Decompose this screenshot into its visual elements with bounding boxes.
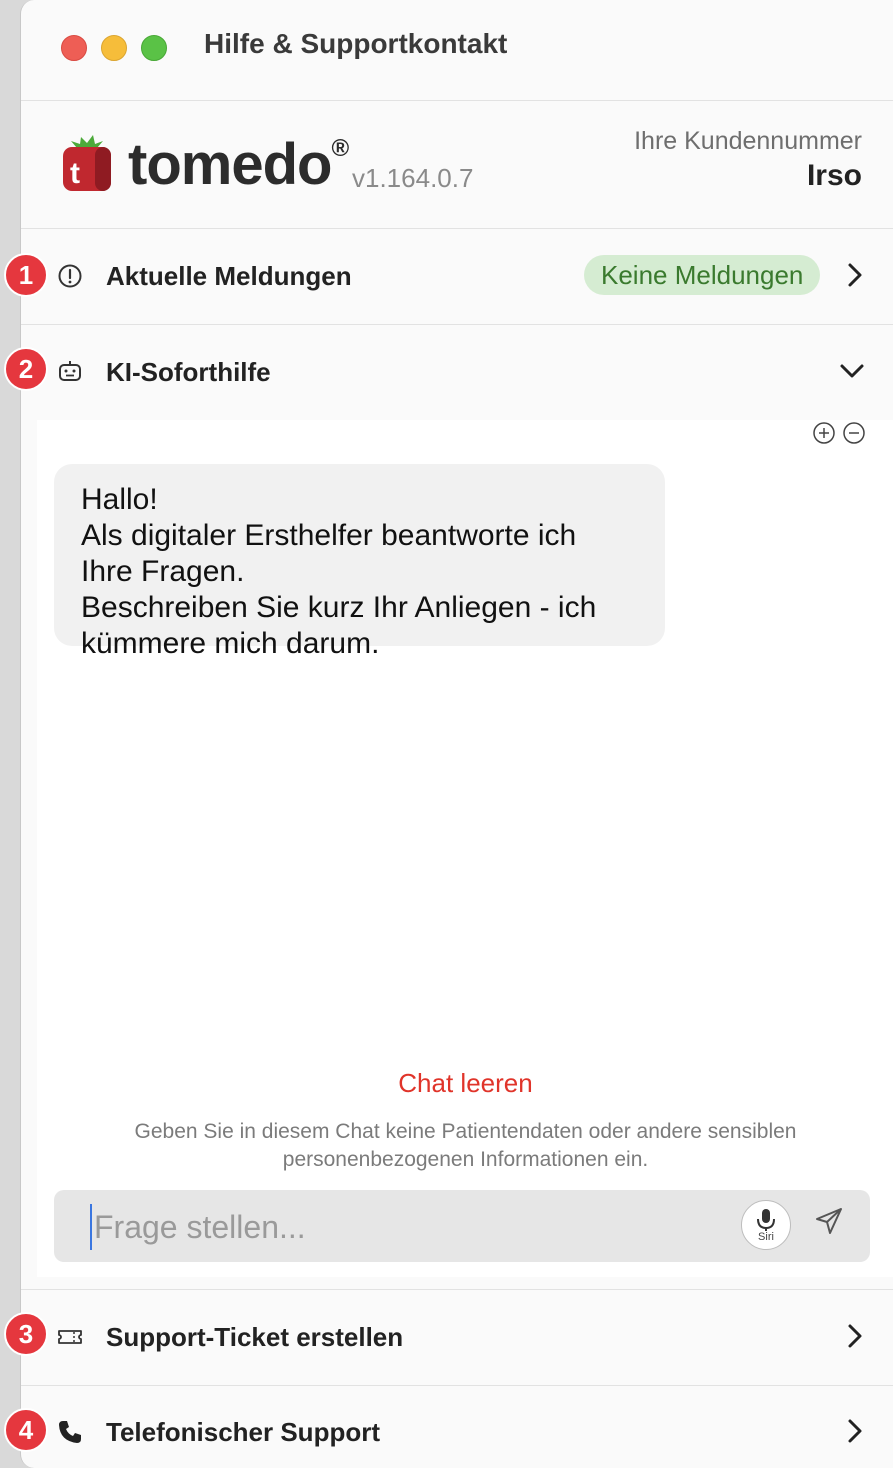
chat-message-bubble: Hallo! Als digitaler Ersthelfer beantwor… (54, 464, 665, 660)
customer-number-label: Ihre Kundennummer (634, 127, 862, 155)
window-title: Hilfe & Supportkontakt (204, 28, 508, 59)
message-line: kümmere mich darum. (81, 627, 380, 660)
step-marker-3: 3 (4, 1312, 48, 1356)
tomedo-logo-icon: t (63, 135, 111, 191)
message-line: Beschreiben Sie kurz Ihr Anliegen - ich (81, 591, 597, 624)
zoom-in-icon[interactable] (813, 422, 835, 444)
ai-help-label: KI-Soforthilfe (106, 357, 271, 387)
brand-header: t tomedo® v1.164.0.7 Ihre Kundennummer I… (21, 101, 893, 229)
brand-name: tomedo (128, 132, 332, 197)
phone-icon (59, 1421, 81, 1443)
message-line: Ihre Fragen. (81, 555, 245, 588)
step-marker-4: 4 (4, 1408, 48, 1452)
ticket-icon (58, 1330, 82, 1344)
chevron-down-icon (840, 364, 864, 378)
chevron-right-icon (848, 1324, 862, 1348)
chevron-right-icon (848, 263, 862, 287)
siri-label: Siri (758, 1231, 774, 1243)
logo-letter: t (70, 157, 80, 190)
support-ticket-row[interactable]: Support-Ticket erstellen (21, 1289, 893, 1386)
chat-panel: Hallo! Als digitaler Ersthelfer beantwor… (37, 420, 893, 1277)
phone-support-label: Telefonischer Support (106, 1417, 380, 1447)
step-marker-2: 2 (4, 347, 48, 391)
message-line: Hallo! (81, 483, 158, 516)
customer-number-value: Irso (806, 159, 862, 192)
siri-button[interactable]: Siri (741, 1200, 791, 1250)
zoom-window-button[interactable] (141, 35, 167, 61)
robot-icon (59, 361, 81, 381)
support-ticket-label: Support-Ticket erstellen (106, 1322, 404, 1352)
chat-input-bar: Siri (54, 1190, 870, 1262)
app-version: v1.164.0.7 (352, 163, 474, 193)
status-badge: Keine Meldungen (584, 255, 821, 295)
registered-mark: ® (331, 134, 349, 162)
ai-help-row[interactable]: KI-Soforthilfe (21, 325, 893, 420)
step-marker-1: 1 (4, 253, 48, 297)
zoom-out-icon[interactable] (843, 422, 865, 444)
question-input[interactable] (90, 1204, 736, 1250)
privacy-disclaimer: Geben Sie in diesem Chat keine Patienten… (134, 1120, 797, 1171)
chevron-right-icon (848, 1419, 862, 1443)
send-icon[interactable] (814, 1206, 844, 1236)
title-bar: Hilfe & Supportkontakt (21, 0, 893, 101)
phone-support-row[interactable]: Telefonischer Support (21, 1385, 893, 1468)
minimize-window-button[interactable] (101, 35, 127, 61)
exclamation-circle-icon (58, 264, 82, 288)
close-window-button[interactable] (61, 35, 87, 61)
news-row[interactable]: Aktuelle Meldungen Keine Meldungen (21, 229, 893, 325)
clear-chat-button[interactable]: Chat leeren (37, 1068, 893, 1099)
message-line: Als digitaler Ersthelfer beantworte ich (81, 519, 577, 552)
logo-wordmark: tomedo® (128, 131, 349, 198)
news-label: Aktuelle Meldungen (106, 261, 352, 291)
help-support-window: Hilfe & Supportkontakt t tomedo® v1.164.… (20, 0, 893, 1468)
